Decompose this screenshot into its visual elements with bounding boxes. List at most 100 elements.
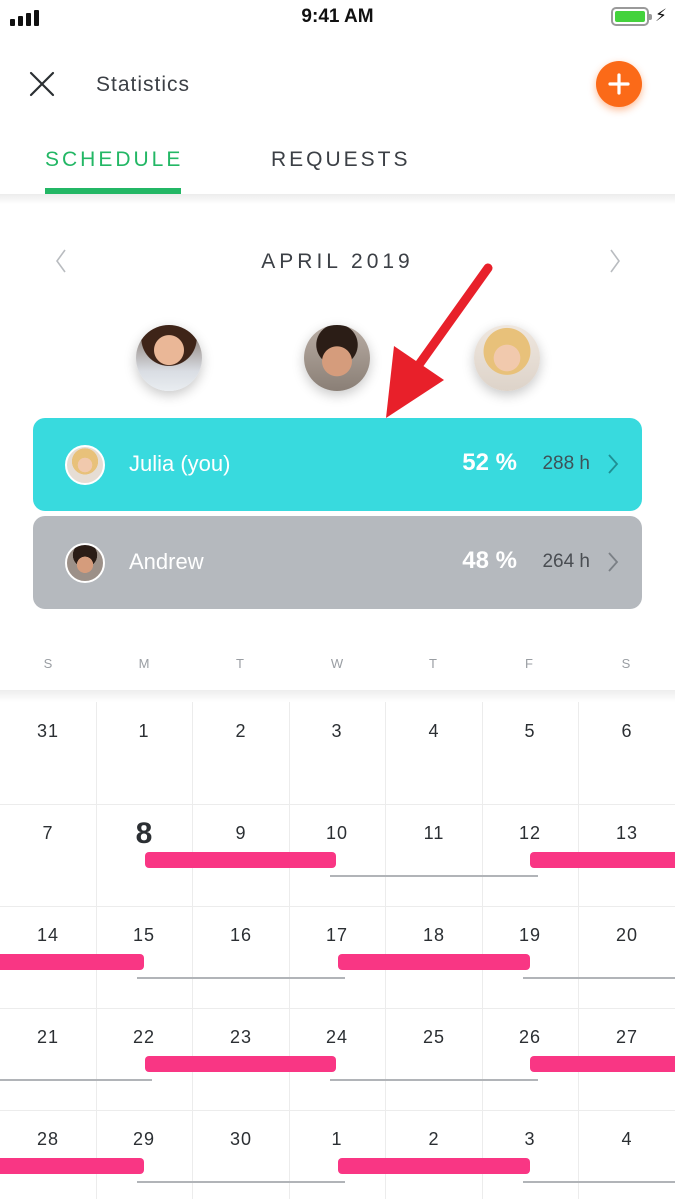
tabs-divider [0, 194, 675, 204]
shift-bar-julia[interactable] [0, 954, 144, 970]
calendar-day-cell[interactable]: 16 [193, 906, 290, 1009]
calendar-day-number: 3 [524, 1129, 536, 1149]
status-time: 9:41 AM [301, 6, 374, 27]
shift-line-andrew[interactable] [523, 977, 675, 979]
calendar-day-cell[interactable]: 3 [289, 702, 386, 805]
shift-bar-julia[interactable] [338, 954, 530, 970]
calendar-day-number: 26 [518, 1027, 542, 1047]
avatar [65, 543, 105, 583]
calendar-day-cell[interactable]: 11 [386, 804, 483, 907]
person-hours: 264 h [542, 551, 590, 572]
calendar-day-number: 10 [325, 823, 349, 843]
calendar-day-cell[interactable]: 7 [0, 804, 97, 907]
page-title: Statistics [96, 73, 191, 96]
plus-icon [608, 73, 630, 95]
calendar-day-number: 21 [36, 1027, 60, 1047]
calendar-day-number: 13 [615, 823, 639, 843]
calendar-day-cell[interactable]: 6 [579, 702, 675, 805]
tab-schedule[interactable]: SCHEDULE [45, 148, 183, 172]
calendar-day-number: 5 [524, 721, 536, 741]
calendar-day-number: 22 [132, 1027, 156, 1047]
shift-line-andrew[interactable] [137, 1181, 345, 1183]
shift-line-andrew[interactable] [523, 1181, 675, 1183]
avatar-boy[interactable] [136, 325, 202, 391]
weekday-label: S [621, 656, 631, 671]
shift-bar-julia[interactable] [145, 1056, 336, 1072]
calendar-day-cell[interactable]: 25 [386, 1008, 483, 1111]
shift-bar-julia[interactable] [145, 852, 336, 868]
shift-line-andrew[interactable] [330, 875, 538, 877]
chevron-right-icon [608, 454, 619, 474]
calendar-day-cell[interactable]: 1 [96, 702, 193, 805]
chevron-right-icon [608, 552, 619, 572]
calendar-day-number: 17 [325, 925, 349, 945]
shift-bar-julia[interactable] [0, 1158, 144, 1174]
weekday-label: W [330, 656, 344, 671]
person-percent: 52 % [462, 449, 517, 476]
shift-bar-julia[interactable] [338, 1158, 530, 1174]
calendar-day-number: 1 [138, 721, 150, 741]
person-row-andrew[interactable]: Andrew 48 % 264 h [33, 516, 642, 609]
calendar-day-number: 8 [135, 817, 153, 850]
calendar-day-number: 4 [621, 1129, 633, 1149]
close-icon [29, 71, 55, 97]
calendar-day-cell[interactable]: 28 [0, 1110, 97, 1199]
calendar-day-cell[interactable]: 3 [482, 1110, 579, 1199]
calendar-day-number: 7 [42, 823, 54, 843]
person-name: Andrew [129, 549, 204, 574]
calendar-day-number: 29 [132, 1129, 156, 1149]
add-button[interactable] [596, 61, 642, 107]
calendar-day-number: 23 [229, 1027, 253, 1047]
weekday-label: T [236, 656, 244, 671]
weekday-label: T [429, 656, 437, 671]
calendar-day-cell[interactable]: 21 [0, 1008, 97, 1111]
calendar-day-cell[interactable]: 4 [386, 702, 483, 805]
charging-icon: ⚡ [655, 6, 667, 25]
avatar [65, 445, 105, 485]
chevron-right-icon [610, 249, 620, 273]
close-button[interactable] [26, 68, 58, 100]
calendar-grid: 4 3 2 1 30 29 28 27 26 25 24 23 22 21 20 19 18 17 16 15 14 13… [0, 702, 675, 1199]
calendar-day-number: 20 [615, 925, 639, 945]
weekday-label: M [138, 656, 150, 671]
person-row-julia[interactable]: Julia (you) 52 % 288 h [33, 418, 642, 511]
calendar-day-cell[interactable]: 2 [386, 1110, 483, 1199]
calendar-day-number: 27 [615, 1027, 639, 1047]
shift-bar-julia[interactable] [530, 1056, 675, 1072]
calendar-day-number: 6 [621, 721, 633, 741]
calendar-day-cell[interactable]: 5 [482, 702, 579, 805]
calendar-day-number: 19 [518, 925, 542, 945]
calendar-day-number: 24 [325, 1027, 349, 1047]
calendar-day-cell[interactable]: 1 [289, 1110, 386, 1199]
person-percent: 48 % [462, 547, 517, 574]
calendar-day-cell[interactable]: 30 [193, 1110, 290, 1199]
calendar-day-number: 28 [36, 1129, 60, 1149]
calendar-day-cell[interactable]: 31 [0, 702, 97, 805]
calendar-day-number: 11 [423, 823, 445, 843]
calendar-day-number: 31 [36, 721, 60, 741]
calendar-day-number: 3 [331, 721, 343, 741]
calendar-day-cell[interactable]: 4 [579, 1110, 675, 1199]
shift-line-andrew[interactable] [0, 1079, 152, 1081]
calendar-day-number: 25 [422, 1027, 446, 1047]
calendar-day-number: 16 [229, 925, 253, 945]
calendar-day-cell[interactable]: 29 [96, 1110, 193, 1199]
next-month-button[interactable] [607, 248, 623, 274]
shift-bar-julia[interactable] [530, 852, 675, 868]
avatar-andrew[interactable] [304, 325, 370, 391]
calendar-day-number: 1 [331, 1129, 343, 1149]
shift-line-andrew[interactable] [330, 1079, 538, 1081]
calendar-day-cell[interactable]: 2 [193, 702, 290, 805]
calendar-day-number: 30 [229, 1129, 253, 1149]
calendar-day-number: 15 [132, 925, 156, 945]
calendar-day-number: 4 [428, 721, 440, 741]
calendar-day-number: 2 [428, 1129, 440, 1149]
calendar-day-cell[interactable]: 20 [579, 906, 675, 1009]
calendar-day-number: 18 [422, 925, 446, 945]
shift-line-andrew[interactable] [137, 977, 345, 979]
tab-requests[interactable]: REQUESTS [271, 148, 411, 172]
calendar-divider [0, 690, 675, 702]
weekday-label: F [525, 656, 533, 671]
annotation-arrow [386, 263, 493, 418]
calendar-day-number: 12 [518, 823, 542, 843]
